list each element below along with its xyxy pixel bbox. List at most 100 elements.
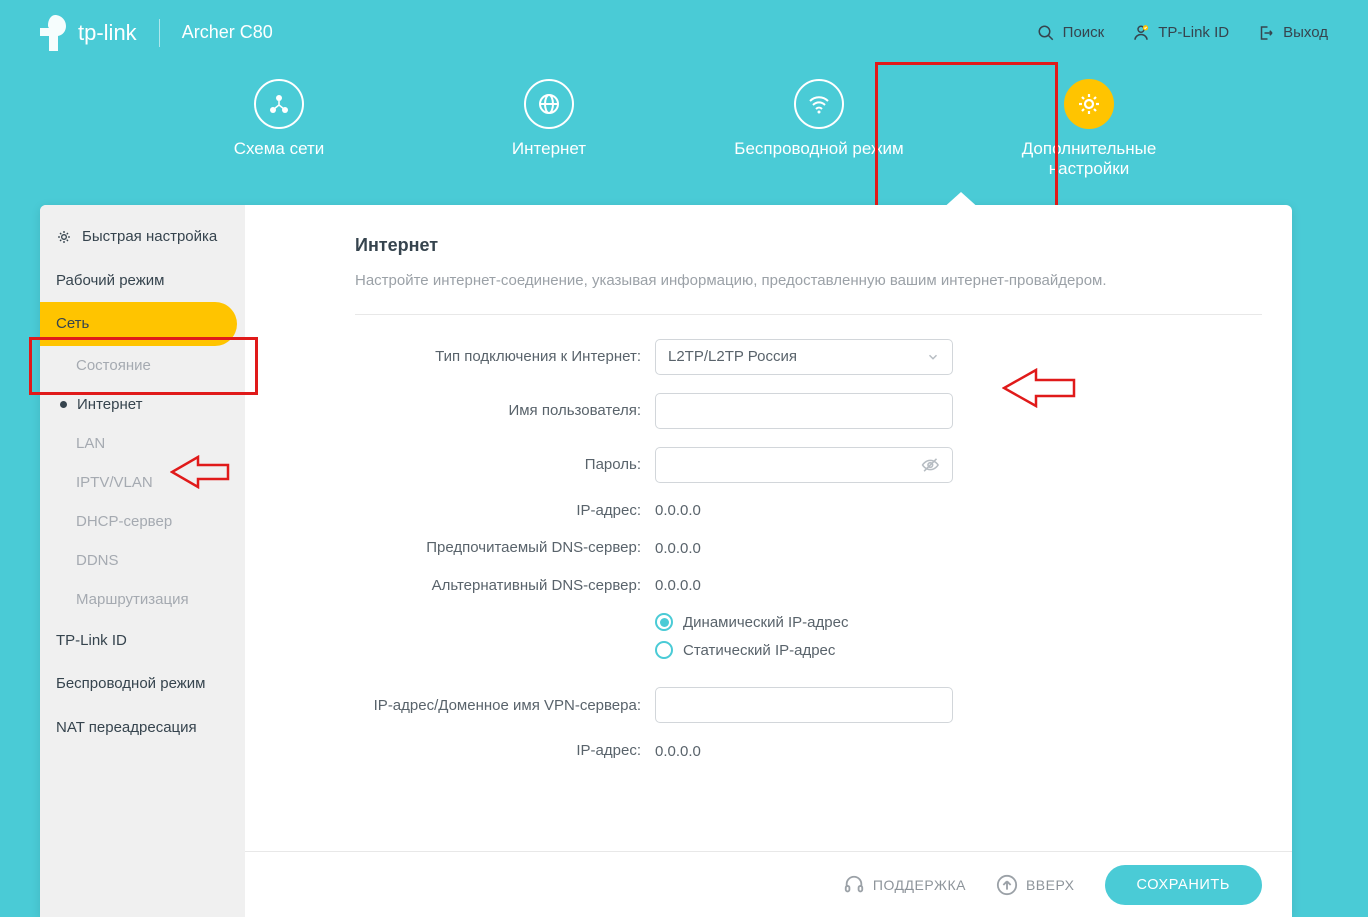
username-input[interactable] xyxy=(655,393,953,429)
password-input[interactable] xyxy=(655,447,953,483)
scroll-top-link[interactable]: ВВЕРХ xyxy=(996,874,1075,896)
sidebar-iptv-label: IPTV/VLAN xyxy=(76,474,153,491)
password-field[interactable] xyxy=(668,456,921,473)
save-label: СОХРАНИТЬ xyxy=(1137,877,1231,893)
logout-label: Выход xyxy=(1283,24,1328,41)
tab-network-map-label: Схема сети xyxy=(234,139,325,159)
tab-internet[interactable]: Интернет xyxy=(459,79,639,179)
save-button[interactable]: СОХРАНИТЬ xyxy=(1105,865,1263,905)
label-conn-type: Тип подключения к Интернет: xyxy=(355,347,655,367)
sidebar-tplink-id[interactable]: TP-Link ID xyxy=(40,619,245,663)
label-pref-dns: Предпочитаемый DNS-сервер: xyxy=(355,538,655,558)
model-name: Archer C80 xyxy=(182,22,273,43)
main-card: Быстрая настройка Рабочий режим Сеть Сос… xyxy=(40,205,1292,917)
search-link[interactable]: Поиск xyxy=(1037,24,1105,42)
page-desc: Настройте интернет-соединение, указывая … xyxy=(355,270,1175,292)
topbar-divider xyxy=(159,19,160,47)
radio-unchecked-icon xyxy=(655,641,673,659)
tab-advanced-label: Дополнительные настройки xyxy=(999,139,1179,179)
sidebar-lan-label: LAN xyxy=(76,435,105,452)
scroll-top-label: ВВЕРХ xyxy=(1026,877,1075,893)
username-field[interactable] xyxy=(668,402,940,419)
sidebar-status-label: Состояние xyxy=(76,357,151,374)
sidebar-dhcp-label: DHCP-сервер xyxy=(76,513,172,530)
radio-checked-icon xyxy=(655,613,673,631)
logout-link[interactable]: Выход xyxy=(1257,24,1328,42)
tplink-id-label: TP-Link ID xyxy=(1158,24,1229,41)
value-ip2: 0.0.0.0 xyxy=(655,743,701,760)
tab-internet-label: Интернет xyxy=(512,139,586,159)
tab-wireless-label: Беспроводной режим xyxy=(734,139,903,159)
vpn-server-input[interactable] xyxy=(655,687,953,723)
sidebar-ddns-label: DDNS xyxy=(76,552,119,569)
connection-type-select[interactable]: L2TP/L2TP Россия xyxy=(655,339,953,375)
value-pref-dns: 0.0.0.0 xyxy=(655,540,701,557)
brand-text: tp-link xyxy=(78,20,137,46)
sidebar-network[interactable]: Сеть xyxy=(40,302,237,346)
radio-static-ip[interactable]: Статический IP-адрес xyxy=(655,641,848,659)
radio-static-label: Статический IP-адрес xyxy=(683,642,835,659)
divider-line xyxy=(355,314,1262,315)
tab-wireless[interactable]: Беспроводной режим xyxy=(729,79,909,179)
sidebar-operation-mode-label: Рабочий режим xyxy=(56,271,164,291)
tplink-logo-icon xyxy=(40,15,70,51)
support-link[interactable]: ПОДДЕРЖКА xyxy=(843,874,966,896)
value-alt-dns: 0.0.0.0 xyxy=(655,577,701,594)
gear-small-icon xyxy=(56,229,72,245)
radio-dynamic-label: Динамический IP-адрес xyxy=(683,614,848,631)
eye-off-icon[interactable] xyxy=(921,455,940,475)
vpn-server-field[interactable] xyxy=(668,697,940,714)
label-ip2: IP-адрес: xyxy=(355,741,655,761)
sidebar: Быстрая настройка Рабочий режим Сеть Сос… xyxy=(40,205,245,917)
search-label: Поиск xyxy=(1063,24,1105,41)
sidebar-operation-mode[interactable]: Рабочий режим xyxy=(40,259,245,303)
sidebar-iptv[interactable]: IPTV/VLAN xyxy=(40,463,245,502)
topbar-right: Поиск TP-Link ID Выход xyxy=(1037,24,1328,42)
search-icon xyxy=(1037,24,1055,42)
sidebar-internet[interactable]: Интернет xyxy=(40,385,245,424)
sidebar-wireless-label: Беспроводной режим xyxy=(56,674,205,694)
sidebar-status[interactable]: Состояние xyxy=(40,346,245,385)
network-map-icon xyxy=(254,79,304,129)
logout-icon xyxy=(1257,24,1275,42)
tab-advanced[interactable]: Дополнительные настройки xyxy=(999,79,1179,179)
label-vpn-server: IP-адрес/Доменное имя VPN-сервера: xyxy=(355,696,655,716)
sidebar-ddns[interactable]: DDNS xyxy=(40,541,245,580)
sidebar-dhcp[interactable]: DHCP-сервер xyxy=(40,502,245,541)
brand-logo: tp-link xyxy=(40,15,137,51)
bullet-icon xyxy=(60,401,67,408)
footer-bar: ПОДДЕРЖКА ВВЕРХ СОХРАНИТЬ xyxy=(245,851,1292,917)
sidebar-tplink-id-label: TP-Link ID xyxy=(56,631,127,651)
sidebar-quick-setup[interactable]: Быстрая настройка xyxy=(40,215,245,259)
connection-type-value: L2TP/L2TP Россия xyxy=(668,348,797,365)
sidebar-nat-label: NAT переадресация xyxy=(56,718,197,738)
radio-dynamic-ip[interactable]: Динамический IP-адрес xyxy=(655,613,848,631)
value-ip: 0.0.0.0 xyxy=(655,502,701,519)
sidebar-routing[interactable]: Маршрутизация xyxy=(40,580,245,619)
person-icon xyxy=(1132,24,1150,42)
arrow-up-circle-icon xyxy=(996,874,1018,896)
nav-tabs: Схема сети Интернет Беспроводной режим Д… xyxy=(0,65,1368,181)
label-ip: IP-адрес: xyxy=(355,501,655,521)
headset-icon xyxy=(843,874,865,896)
tab-network-map[interactable]: Схема сети xyxy=(189,79,369,179)
sidebar-nat[interactable]: NAT переадресация xyxy=(40,706,245,750)
label-password: Пароль: xyxy=(355,455,655,475)
tplink-id-link[interactable]: TP-Link ID xyxy=(1132,24,1229,42)
ip-mode-group: Динамический IP-адрес Статический IP-адр… xyxy=(655,613,848,669)
support-label: ПОДДЕРЖКА xyxy=(873,877,966,893)
chevron-down-icon xyxy=(926,350,940,364)
sidebar-wireless[interactable]: Беспроводной режим xyxy=(40,662,245,706)
sidebar-quick-setup-label: Быстрая настройка xyxy=(82,227,217,247)
globe-icon xyxy=(524,79,574,129)
topbar: tp-link Archer C80 Поиск TP-Link ID Выхо… xyxy=(0,0,1368,65)
gear-icon xyxy=(1064,79,1114,129)
label-username: Имя пользователя: xyxy=(355,401,655,421)
label-alt-dns: Альтернативный DNS-сервер: xyxy=(355,576,655,596)
sidebar-network-label: Сеть xyxy=(56,314,89,334)
sidebar-lan[interactable]: LAN xyxy=(40,424,245,463)
page-title: Интернет xyxy=(355,235,1262,256)
sidebar-routing-label: Маршрутизация xyxy=(76,591,189,608)
wifi-icon xyxy=(794,79,844,129)
sidebar-internet-label: Интернет xyxy=(77,396,142,413)
